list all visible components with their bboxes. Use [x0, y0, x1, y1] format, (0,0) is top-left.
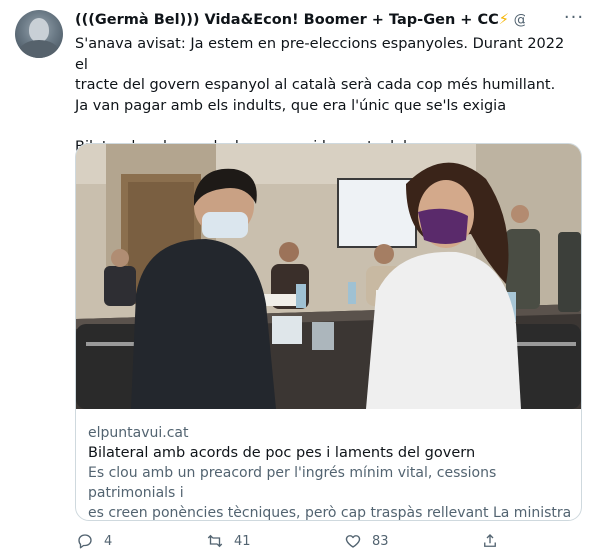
avatar-shoulders	[19, 40, 59, 58]
tweet[interactable]: (((Germà Bel))) Vida&Econ! Boomer + Tap-…	[0, 0, 601, 556]
share-icon	[484, 534, 496, 547]
handle[interactable]: @geb...	[514, 12, 525, 28]
avatar-head	[29, 18, 49, 42]
retweet-button[interactable]: 41	[206, 530, 251, 552]
more-icon[interactable]: ···	[562, 9, 586, 29]
tweet-text-line: tracte del govern espanyol al català ser…	[75, 77, 556, 93]
bolt-emoji: ⚡	[498, 12, 509, 28]
display-name[interactable]: (((Germà Bel))) Vida&Econ! Boomer + Tap-…	[75, 12, 499, 28]
retweet-count: 41	[234, 533, 251, 549]
tweet-text-line: Ja van pagar amb els indults, que era l'…	[75, 97, 507, 114]
reply-button[interactable]: 4	[76, 530, 112, 552]
card-description-line: Es clou amb un preacord per l'ingrés mín…	[88, 465, 497, 501]
card-description-line: es creen ponències tècniques, però cap t…	[88, 505, 572, 521]
avatar[interactable]	[15, 10, 63, 58]
card-title: Bilateral amb acords de poc pes i lament…	[88, 445, 476, 461]
action-bar: 4 41 83	[0, 530, 601, 552]
meeting-photo	[76, 144, 581, 409]
reply-count: 4	[104, 533, 113, 549]
tweet-text: S'anava avisat: Ja estem en pre-eleccion…	[75, 34, 575, 157]
card-info[interactable]: elpuntavui.cat Bilateral amb acords de p…	[88, 424, 573, 521]
card-image[interactable]	[76, 144, 581, 409]
retweet-icon	[207, 534, 223, 548]
tweet-text-line: S'anava avisat: Ja estem en pre-eleccion…	[75, 36, 565, 73]
reply-icon	[78, 534, 92, 549]
like-count: 83	[372, 533, 389, 549]
card-domain: elpuntavui.cat	[88, 425, 189, 441]
like-button[interactable]: 83	[344, 530, 389, 552]
share-button[interactable]	[481, 530, 499, 552]
like-icon	[345, 535, 361, 548]
link-card[interactable]: elpuntavui.cat Bilateral amb acords de p…	[75, 143, 582, 521]
tweet-header: (((Germà Bel))) Vida&Econ! Boomer + Tap-…	[75, 10, 525, 30]
